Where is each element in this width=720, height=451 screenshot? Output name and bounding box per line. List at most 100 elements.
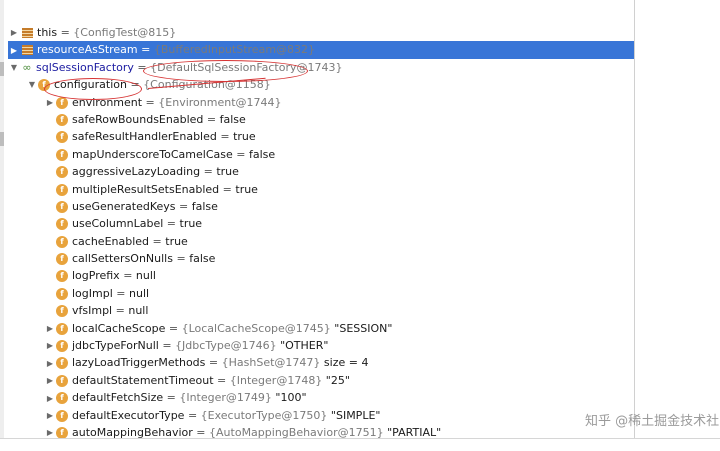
variable-value: false [189, 252, 216, 266]
variable-name: logImpl [72, 286, 113, 300]
object-reference: {DefaultSqlSessionFactory@1743} [150, 60, 343, 74]
field-icon: f [56, 235, 68, 248]
variable-name: useGeneratedKeys [72, 199, 176, 213]
variable-name: cacheEnabled [72, 234, 150, 248]
field-icon: f [56, 287, 68, 300]
tree-row[interactable]: f multipleResultSetsEnabled = true [8, 181, 634, 198]
field-icon: f [56, 183, 68, 196]
equals-sign: = [112, 304, 129, 318]
equals-sign: = [205, 356, 222, 370]
variable-name: defaultExecutorType [72, 408, 185, 422]
variables-tree[interactable]: ▶ this = {ConfigTest@815} ▶ resourceAsStrea… [8, 24, 634, 438]
expand-arrow-icon[interactable]: ▶ [44, 372, 56, 389]
equals-sign: = [213, 373, 230, 387]
variable-value: "100" [271, 391, 307, 405]
tree-row[interactable]: ▶ f environment = {Environment@1744} [8, 94, 634, 111]
equals-sign: = [232, 147, 249, 161]
variable-value: false [191, 199, 218, 213]
variable-value: "SESSION" [330, 321, 393, 335]
gutter-marker [0, 132, 4, 146]
field-icon: f [56, 340, 68, 353]
field-icon: f [56, 374, 68, 387]
variable-value: "OTHER" [276, 339, 329, 353]
tree-row[interactable]: ▶ f autoMappingBehavior = {AutoMappingBeha… [8, 424, 634, 438]
object-reference: {BufferedInputStream@832} [153, 43, 316, 57]
equals-sign: = [175, 199, 192, 213]
tree-row[interactable]: ▼ ∞ sqlSessionFactory = {DefaultSqlSession… [8, 59, 634, 76]
variable-value: true [216, 165, 239, 179]
variable-name: localCacheScope [72, 321, 166, 335]
expand-arrow-icon[interactable]: ▶ [44, 424, 56, 438]
equals-sign: = [216, 130, 234, 144]
equals-sign: = [203, 112, 220, 126]
variable-value: true [233, 130, 256, 144]
expand-arrow-icon[interactable]: ▶ [44, 407, 56, 424]
expand-arrow-icon[interactable]: ▶ [44, 355, 56, 372]
collapse-arrow-icon[interactable]: ▼ [26, 76, 38, 93]
variable-value: true [179, 217, 203, 231]
variable-name: environment [72, 95, 143, 109]
field-icon: f [38, 79, 50, 92]
variable-value: "25" [322, 373, 350, 387]
tree-row[interactable]: f safeResultHandlerEnabled = true [8, 128, 634, 145]
variable-name: safeResultHandlerEnabled [72, 130, 217, 144]
expand-arrow-icon[interactable]: ▶ [8, 24, 20, 41]
tree-row[interactable]: ▶ f defaultExecutorType = {ExecutorType@17… [8, 407, 634, 424]
equals-sign: = [158, 339, 176, 353]
expand-arrow-icon[interactable]: ▶ [44, 320, 56, 337]
field-icon: f [56, 357, 68, 370]
tree-row[interactable]: ▶ f lazyLoadTriggerMethods = {HashSet@1747… [8, 354, 634, 371]
tree-row[interactable]: f logImpl = null [8, 285, 634, 302]
tree-row[interactable]: f useColumnLabel = true [8, 215, 634, 232]
tree-row[interactable]: f logPrefix = null [8, 267, 634, 284]
variable-name: jdbcTypeForNull [72, 339, 159, 353]
variable-value: null [129, 286, 150, 300]
field-icon: f [56, 200, 68, 213]
equals-sign: = [57, 26, 74, 39]
collapse-arrow-icon[interactable]: ▼ [8, 59, 20, 76]
variable-name: this [37, 26, 58, 39]
variable-name: useColumnLabel [72, 217, 164, 231]
object-reference: {JdbcType@1746} [175, 339, 277, 353]
tree-row[interactable]: f vfsImpl = null [8, 302, 634, 319]
field-icon: f [56, 426, 68, 438]
object-reference: {ExecutorType@1750} [200, 408, 328, 422]
expand-arrow-icon[interactable]: ▶ [44, 337, 56, 354]
equals-sign: = [172, 252, 190, 266]
variable-value: null [135, 269, 156, 283]
watch-link-icon: ∞ [22, 61, 32, 75]
watermark: 知乎 @稀土掘金技术社区 [585, 414, 720, 429]
equals-sign: = [137, 43, 154, 57]
variable-value: "SIMPLE" [327, 408, 381, 422]
field-icon: f [56, 148, 68, 161]
tree-row[interactable]: ▶ f localCacheScope = {LocalCacheScope@174… [8, 320, 634, 337]
field-icon: f [56, 270, 68, 283]
left-gutter [0, 0, 4, 450]
field-icon: f [56, 113, 68, 126]
field-icon: f [56, 218, 68, 231]
tree-row[interactable]: f cacheEnabled = true [8, 233, 634, 250]
tree-row[interactable]: f mapUnderscoreToCamelCase = false [8, 146, 634, 163]
equals-sign: = [192, 425, 210, 438]
tree-row[interactable]: f aggressiveLazyLoading = true [8, 163, 634, 180]
tree-row[interactable]: f safeRowBoundsEnabled = false [8, 111, 634, 128]
tree-row[interactable]: ▶ resourceAsStream = {BufferedInputStream… [8, 41, 634, 59]
object-reference: {HashSet@1747} [221, 356, 321, 370]
tree-row[interactable]: f useGeneratedKeys = false [8, 198, 634, 215]
equals-sign: = [184, 408, 201, 422]
tree-row[interactable]: ▶ f defaultFetchSize = {Integer@1749} "100… [8, 389, 634, 406]
field-icon: f [56, 166, 68, 179]
tree-row[interactable]: ▶ f defaultStatementTimeout = {Integer@174… [8, 372, 634, 389]
variable-value: false [248, 147, 276, 161]
expand-arrow-icon[interactable]: ▶ [8, 42, 20, 59]
tree-row[interactable]: ▼ f configuration = {Configuration@1158} [8, 76, 634, 93]
variable-name: defaultFetchSize [72, 391, 164, 405]
tree-row[interactable]: f callSettersOnNulls = false [8, 250, 634, 267]
panel-bottom-edge [0, 438, 720, 451]
tree-row[interactable]: ▶ this = {ConfigTest@815} [8, 24, 634, 41]
expand-arrow-icon[interactable]: ▶ [44, 94, 56, 111]
variable-value: "PARTIAL" [383, 425, 442, 438]
field-icon: f [56, 322, 68, 335]
expand-arrow-icon[interactable]: ▶ [44, 390, 56, 407]
tree-row[interactable]: ▶ f jdbcTypeForNull = {JdbcType@1746} "OTH… [8, 337, 634, 354]
